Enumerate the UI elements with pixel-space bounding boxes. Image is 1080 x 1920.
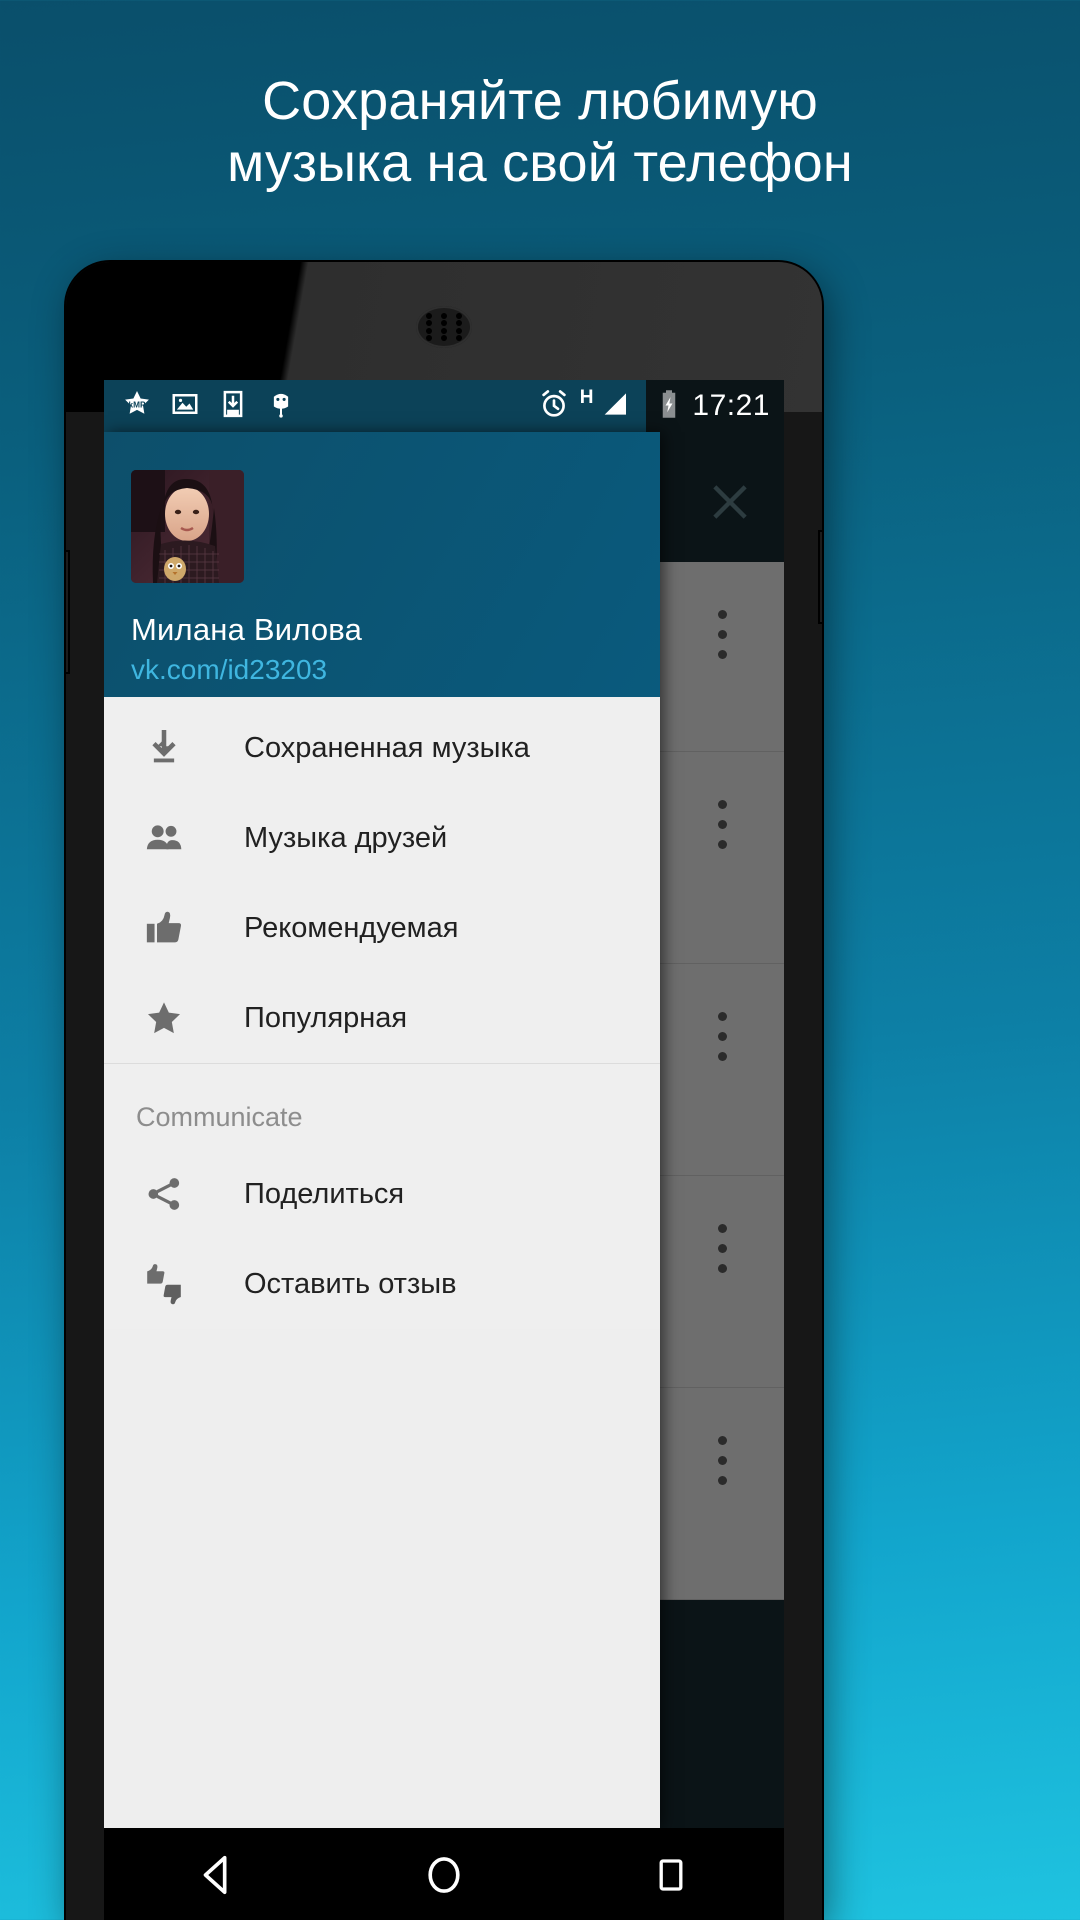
drawer-header: Милана Вилова vk.com/id23203	[104, 432, 660, 697]
close-x-icon[interactable]	[704, 476, 756, 528]
status-bar-spacer	[308, 380, 530, 432]
android-robot-icon	[266, 389, 296, 424]
headline-line-2: музыка на свой телефон	[227, 133, 853, 193]
thumb-up-icon	[136, 900, 192, 956]
status-system-icons: H	[529, 380, 647, 432]
drawer-item-label: Рекомендуемая	[244, 911, 459, 944]
overflow-menu-icon[interactable]	[718, 800, 727, 860]
overflow-menu-icon[interactable]	[718, 1224, 727, 1284]
behind-list	[660, 562, 784, 1600]
thumbs-up-down-icon	[136, 1256, 192, 1312]
avatar[interactable]	[131, 470, 244, 583]
earpiece-speaker	[416, 306, 472, 348]
drawer-item-label: Поделиться	[244, 1177, 405, 1210]
signal-bars-icon	[598, 388, 630, 425]
overflow-menu-icon[interactable]	[718, 1012, 727, 1072]
alarm-clock-icon	[538, 388, 570, 425]
drawer-item-popular[interactable]: Популярная	[104, 973, 660, 1063]
svg-text:kMP: kMP	[129, 400, 146, 409]
home-circle-icon[interactable]	[409, 1840, 479, 1910]
phone-mockup: kMP H 17:21 Милана Вилова vk.com/id23203…	[66, 262, 822, 1920]
navigation-drawer: Милана Вилова vk.com/id23203 Сохраненная…	[104, 432, 660, 1828]
volume-button[interactable]	[66, 552, 68, 672]
battery-charging-icon	[656, 389, 682, 424]
drawer-item-recommended[interactable]: Рекомендуемая	[104, 883, 660, 973]
kmp-star-icon: kMP	[122, 389, 152, 424]
status-bar-dark-segment: 17:21	[646, 380, 784, 432]
clock-time: 17:21	[692, 389, 770, 422]
download-to-phone-icon	[218, 389, 248, 424]
list-item[interactable]	[660, 964, 784, 1176]
profile-url[interactable]: vk.com/id23203	[131, 654, 327, 686]
drawer-primary-group: Сохраненная музыка Музыка друзей Рекомен…	[104, 697, 660, 1063]
profile-name: Милана Вилова	[131, 612, 363, 647]
drawer-item-label: Оставить отзыв	[244, 1267, 457, 1300]
recents-square-icon[interactable]	[636, 1840, 706, 1910]
download-icon	[136, 720, 192, 776]
status-bar: kMP H 17:21	[104, 380, 784, 432]
status-notification-icons: kMP	[104, 380, 308, 432]
drawer-item-label: Сохраненная музыка	[244, 731, 530, 764]
drawer-item-saved-music[interactable]: Сохраненная музыка	[104, 703, 660, 793]
drawer-item-share[interactable]: Поделиться	[104, 1149, 660, 1239]
star-icon	[136, 990, 192, 1046]
list-item[interactable]	[660, 1176, 784, 1388]
back-triangle-icon[interactable]	[182, 1840, 252, 1910]
drawer-item-leave-review[interactable]: Оставить отзыв	[104, 1239, 660, 1329]
overflow-menu-icon[interactable]	[718, 610, 727, 670]
gallery-image-icon	[170, 389, 200, 424]
power-button[interactable]	[820, 532, 822, 622]
drawer-item-friends-music[interactable]: Музыка друзей	[104, 793, 660, 883]
network-type-label: H	[579, 387, 594, 408]
people-icon	[136, 810, 192, 866]
headline-line-1: Сохраняйте любимую	[262, 71, 818, 131]
overflow-menu-icon[interactable]	[718, 1436, 727, 1496]
phone-screen: kMP H 17:21 Милана Вилова vk.com/id23203…	[104, 380, 784, 1828]
list-item[interactable]	[660, 1388, 784, 1600]
speaker-grille	[422, 312, 466, 342]
share-icon	[136, 1166, 192, 1222]
list-item[interactable]	[660, 562, 784, 752]
list-item[interactable]	[660, 752, 784, 964]
android-navigation-bar	[104, 1828, 784, 1920]
drawer-item-label: Музыка друзей	[244, 821, 448, 854]
drawer-group-title: Communicate	[136, 1102, 303, 1132]
drawer-secondary-group: Communicate Поделиться Оставить отзыв	[104, 1063, 660, 1329]
drawer-item-label: Популярная	[244, 1001, 408, 1034]
promo-headline: Сохраняйте любимую музыка на свой телефо…	[0, 70, 1080, 194]
